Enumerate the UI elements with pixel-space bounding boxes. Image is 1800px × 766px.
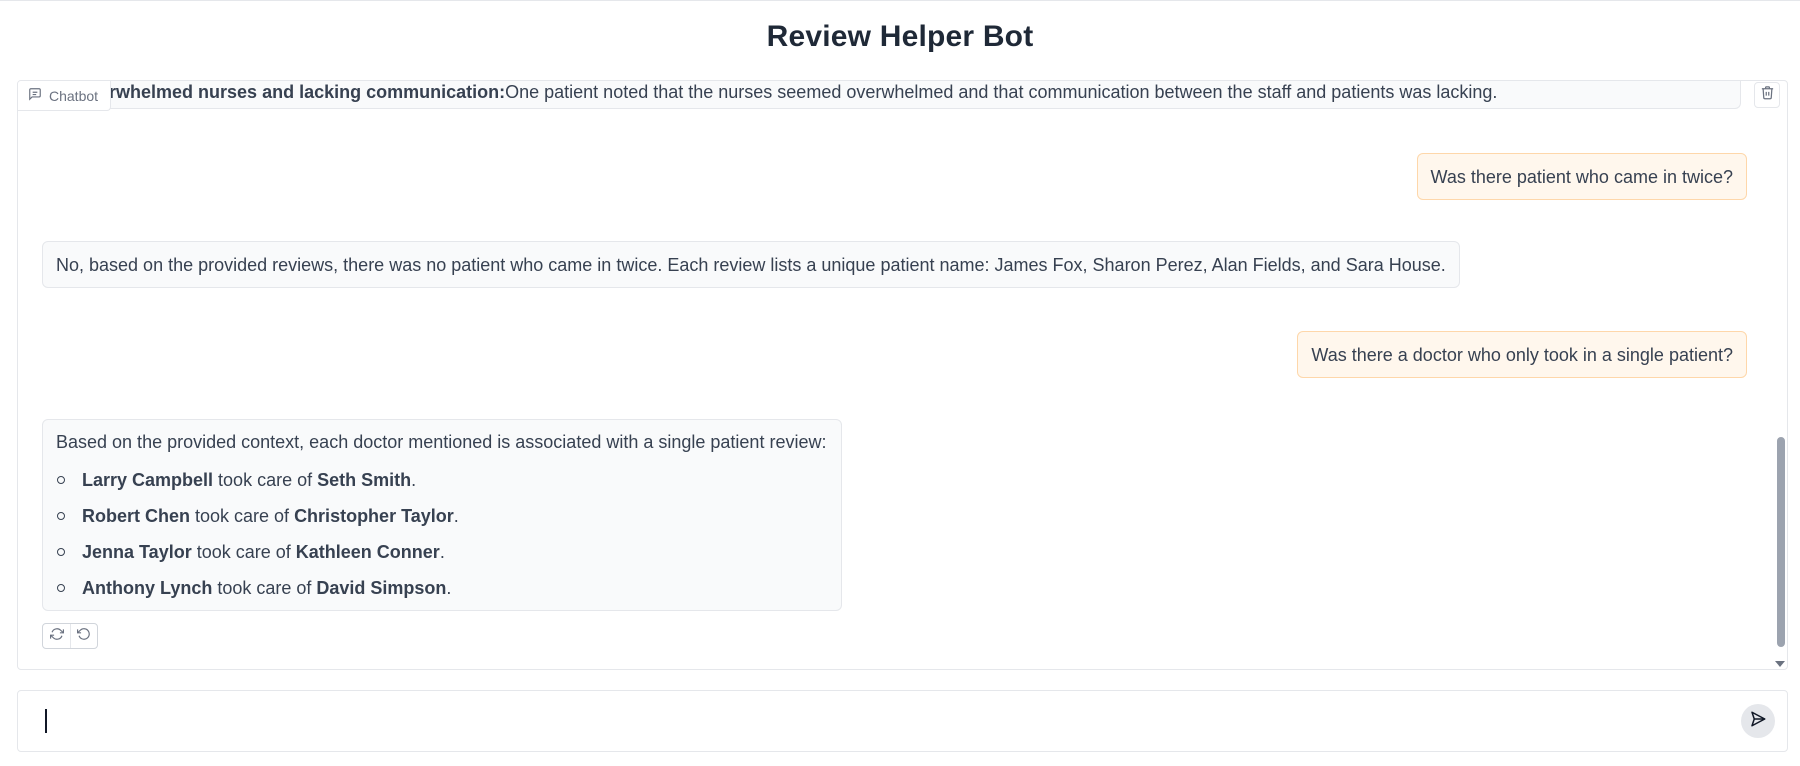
send-button[interactable] [1741, 704, 1775, 738]
chat-scrollbar[interactable] [1773, 81, 1787, 669]
page-title: Review Helper Bot [766, 20, 1034, 53]
message-actions [42, 623, 98, 649]
patient-name: Kathleen Conner [295, 542, 440, 562]
list-text: . [411, 470, 417, 490]
chatbot-panel[interactable]: Chatbot erwhelmed nurses and lacking com… [17, 80, 1788, 670]
doctor-name: Larry Campbell [82, 470, 214, 490]
patient-name: Seth Smith [317, 470, 412, 490]
message-text: One patient noted that the nurses seemed… [505, 82, 1498, 102]
list-item: Larry Campbell took care of Seth Smith. [56, 462, 828, 498]
message-text: No, based on the provided reviews, there… [56, 255, 1446, 275]
list-text: took care of [190, 506, 295, 526]
doctor-name: Jenna Taylor [82, 542, 192, 562]
doctor-name: Robert Chen [82, 506, 190, 526]
doctor-name: Anthony Lynch [82, 578, 213, 598]
list-item: Robert Chen took care of Christopher Tay… [56, 498, 828, 534]
patient-name: David Simpson [316, 578, 447, 598]
undo-icon [77, 627, 91, 646]
clear-chat-button[interactable] [1754, 82, 1780, 108]
undo-button[interactable] [70, 624, 97, 648]
bot-message: erwhelmed nurses and lacking communicati… [98, 81, 1741, 109]
retry-button[interactable] [43, 624, 70, 648]
bot-message: No, based on the provided reviews, there… [42, 241, 1460, 288]
list-item: Anthony Lynch took care of David Simpson… [56, 570, 828, 606]
list-text: took care of [191, 542, 296, 562]
user-message: Was there a doctor who only took in a si… [1297, 331, 1747, 378]
chatbot-label: Chatbot [18, 81, 112, 111]
message-input[interactable] [42, 706, 1722, 740]
message-text: Was there a doctor who only took in a si… [1311, 345, 1733, 365]
list-text: took care of [213, 470, 318, 490]
list-text: took care of [212, 578, 317, 598]
bot-message: Based on the provided context, each doct… [42, 419, 842, 611]
message-bold-text: erwhelmed nurses and lacking communicati… [99, 82, 506, 102]
message-input-box[interactable] [17, 690, 1788, 752]
scroll-down-icon[interactable] [1775, 661, 1785, 667]
chat-bubble-icon [28, 87, 42, 104]
patient-name: Christopher Taylor [294, 506, 454, 526]
list-text: . [453, 506, 459, 526]
message-text: Was there patient who came in twice? [1430, 167, 1733, 187]
send-icon [1749, 710, 1767, 733]
doctor-list: Larry Campbell took care of Seth Smith. … [56, 462, 828, 606]
scroll-thumb[interactable] [1777, 437, 1785, 647]
list-item: Jenna Taylor took care of Kathleen Conne… [56, 534, 828, 570]
top-divider [0, 0, 1800, 1]
trash-icon [1760, 85, 1775, 105]
retry-icon [49, 627, 64, 646]
text-cursor [45, 709, 47, 733]
message-intro: Based on the provided context, each doct… [56, 432, 827, 452]
list-text: . [446, 578, 452, 598]
chatbot-label-text: Chatbot [49, 87, 99, 104]
list-text: . [439, 542, 445, 562]
user-message: Was there patient who came in twice? [1416, 153, 1747, 200]
